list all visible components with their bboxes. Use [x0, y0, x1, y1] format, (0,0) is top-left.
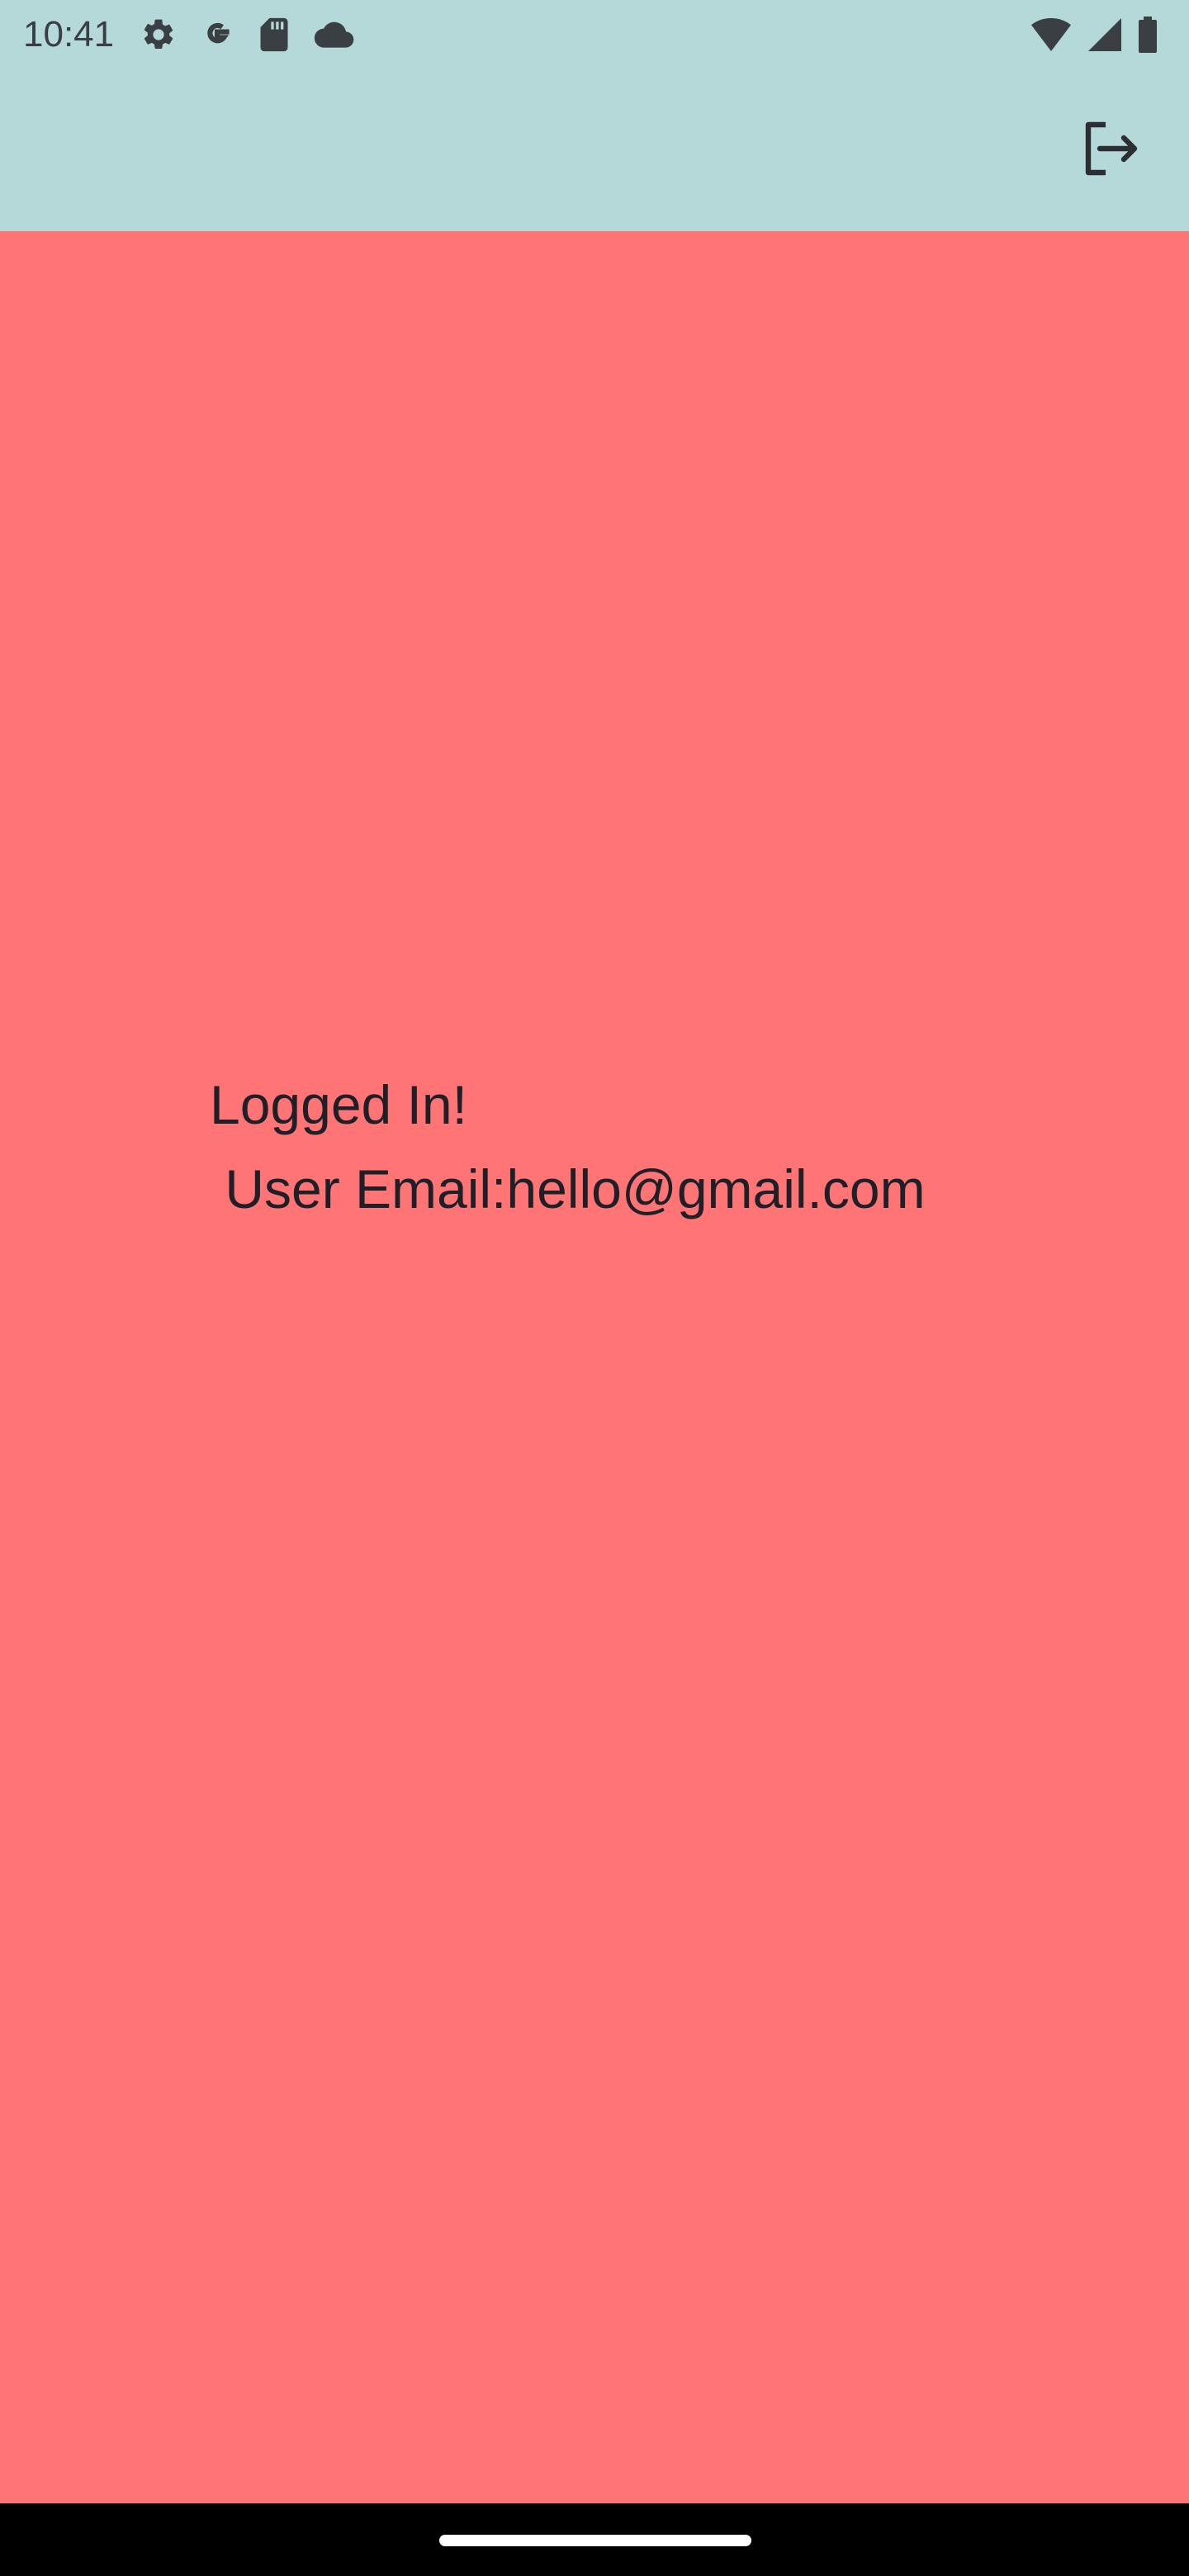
sd-card-icon: [258, 17, 291, 53]
status-time: 10:41: [23, 14, 115, 54]
home-indicator[interactable]: [439, 2535, 751, 2546]
user-email-text: User Email:hello@gmail.com: [210, 1158, 926, 1219]
app-bar: 10:41: [0, 0, 1189, 231]
settings-icon: [140, 17, 177, 53]
wifi-icon: [1030, 17, 1072, 52]
status-bar: 10:41: [0, 0, 1189, 69]
logout-button[interactable]: [1073, 112, 1149, 188]
status-icons-left: [140, 13, 355, 56]
logout-icon: [1082, 121, 1140, 180]
main-content: [0, 231, 1189, 2503]
status-icons-right: [1030, 15, 1158, 54]
cellular-signal-icon: [1087, 17, 1123, 53]
login-status-message: Logged In! User Email:hello@gmail.com: [210, 1063, 1035, 1231]
logged-in-text: Logged In!: [210, 1074, 467, 1135]
cloud-icon: [312, 18, 355, 51]
google-icon: [198, 16, 236, 54]
battery-icon: [1138, 17, 1158, 53]
